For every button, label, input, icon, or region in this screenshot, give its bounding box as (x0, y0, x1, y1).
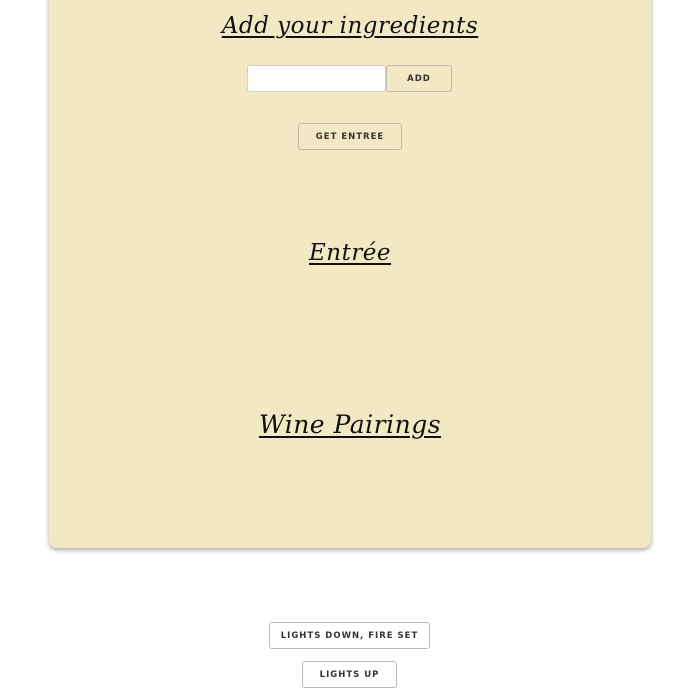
ingredient-input[interactable] (247, 65, 386, 92)
entree-heading: Entrée (308, 240, 392, 266)
wine-pairings-heading: Wine Pairings (258, 410, 442, 439)
ingredients-heading: Add your ingredients (221, 13, 479, 39)
get-entree-button[interactable]: GET ENTREE (298, 123, 402, 150)
add-ingredient-button[interactable]: ADD (386, 65, 452, 92)
lights-down-button[interactable]: LIGHTS DOWN, FIRE SET (269, 622, 430, 649)
lights-up-button[interactable]: LIGHTS UP (302, 661, 397, 688)
